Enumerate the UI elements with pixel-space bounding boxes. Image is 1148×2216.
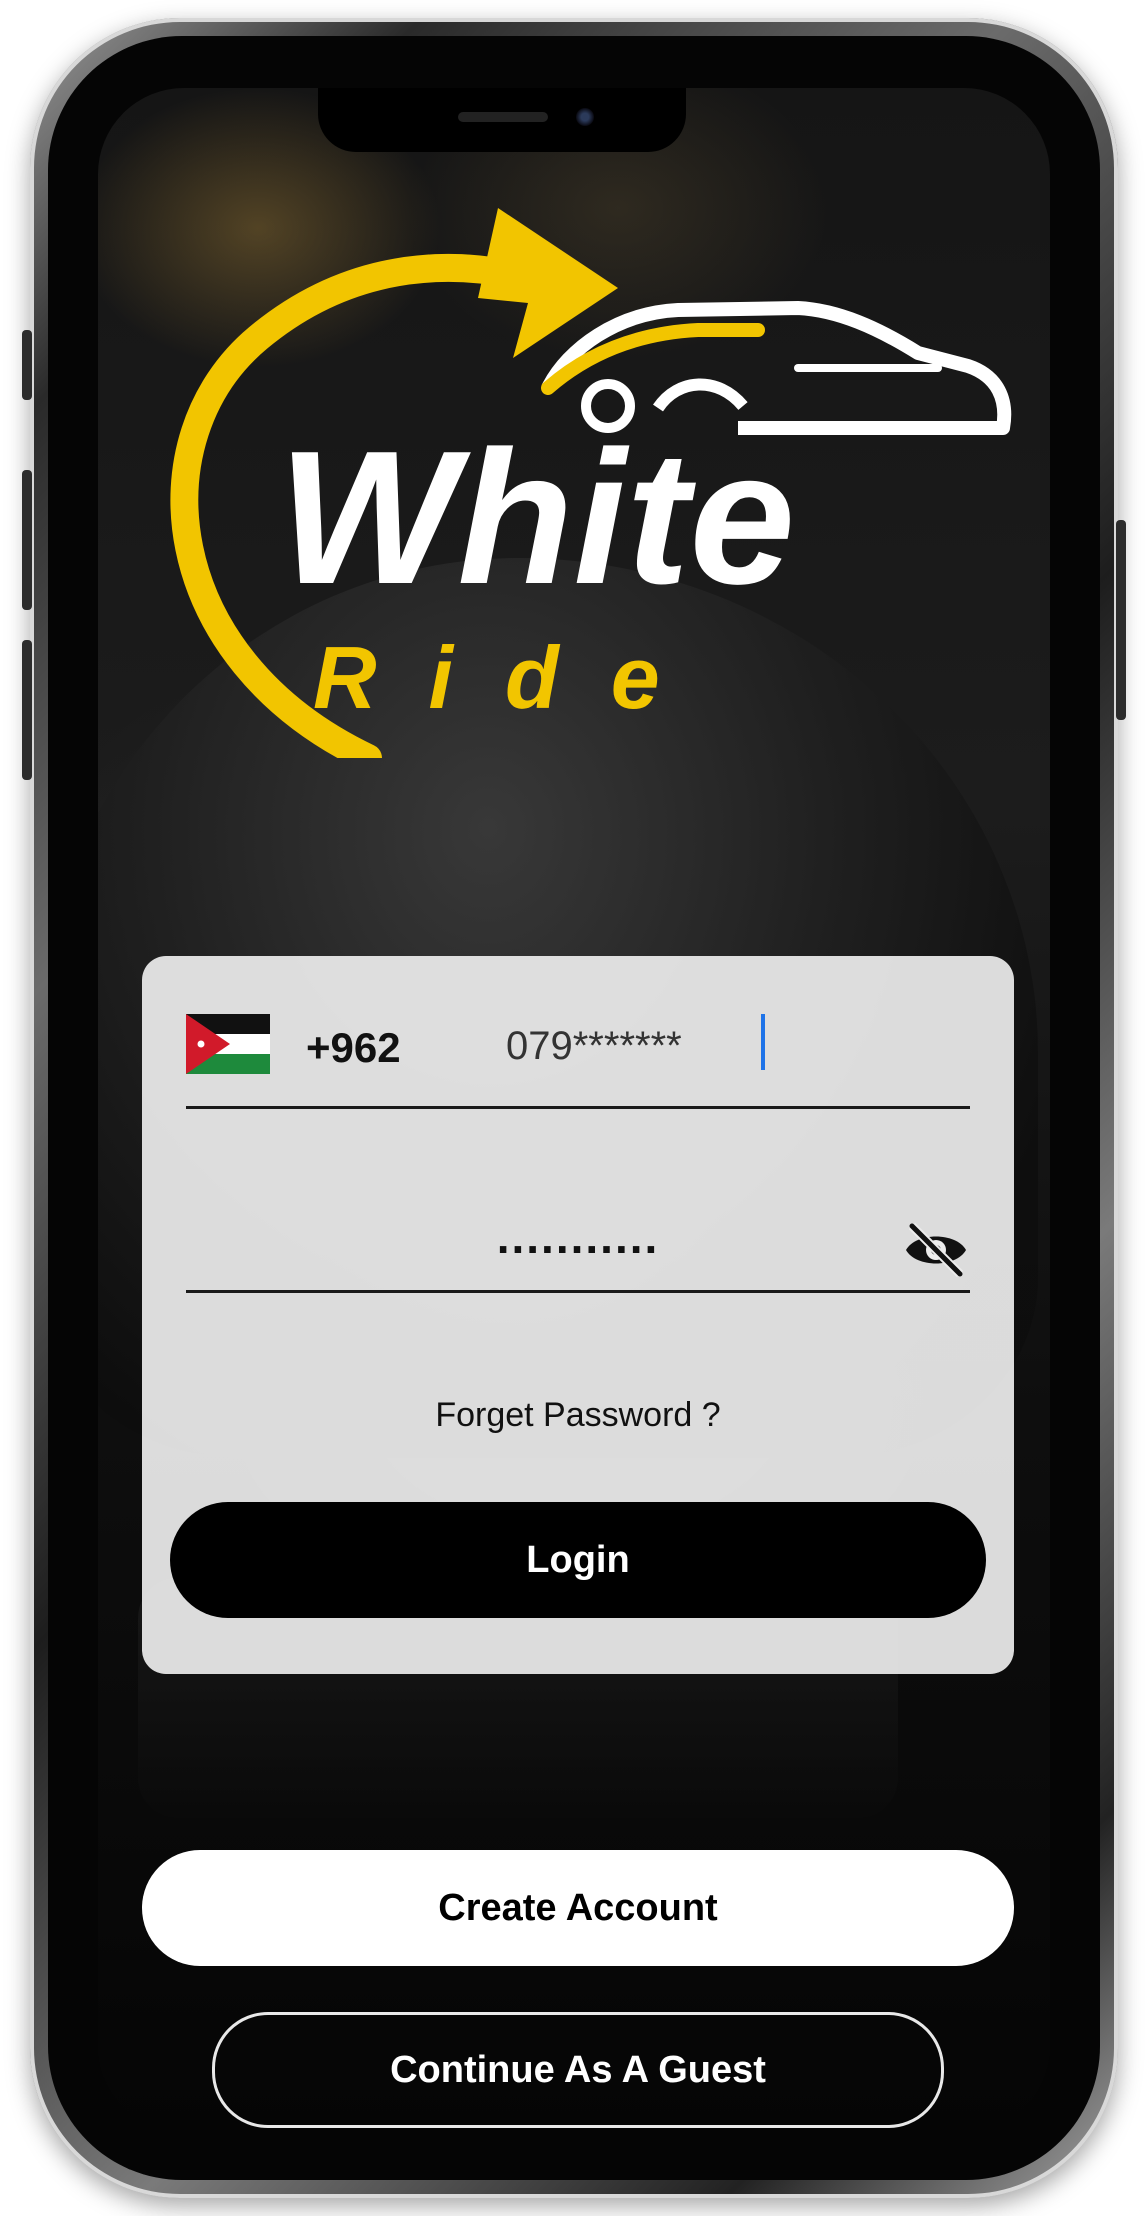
continue-as-guest-button[interactable]: Continue As A Guest (212, 2012, 944, 2128)
jordan-flag-icon[interactable] (186, 1014, 270, 1074)
notch (318, 88, 686, 152)
eye-slash-icon[interactable] (902, 1220, 970, 1280)
logo-word-white: White (278, 412, 795, 624)
phone-number-field: +962 (186, 996, 970, 1109)
login-screen: White Ride +962 079******* ........... F… (98, 88, 1050, 2133)
logo-word-ride: Ride (313, 628, 712, 727)
text-cursor (761, 1014, 765, 1070)
login-card: +962 Forget Password ? Login (142, 956, 1014, 1674)
phone-number-input[interactable] (506, 1016, 946, 1076)
logo-car-icon (541, 301, 1012, 435)
power-button (1116, 520, 1126, 720)
country-dial-code[interactable]: +962 (306, 1024, 401, 1072)
password-input[interactable] (186, 1202, 970, 1272)
create-account-button[interactable]: Create Account (142, 1850, 1014, 1966)
front-camera (576, 108, 594, 126)
earpiece-speaker (458, 112, 548, 122)
device-mockup: White Ride +962 079******* ........... F… (0, 0, 1148, 2216)
white-ride-logo: White Ride (170, 208, 1012, 758)
volume-up-button (22, 470, 32, 610)
password-field (186, 1142, 970, 1293)
silent-switch (22, 330, 32, 400)
volume-down-button (22, 640, 32, 780)
forgot-password-link[interactable]: Forget Password ? (142, 1396, 1014, 1435)
login-button[interactable]: Login (170, 1502, 986, 1618)
